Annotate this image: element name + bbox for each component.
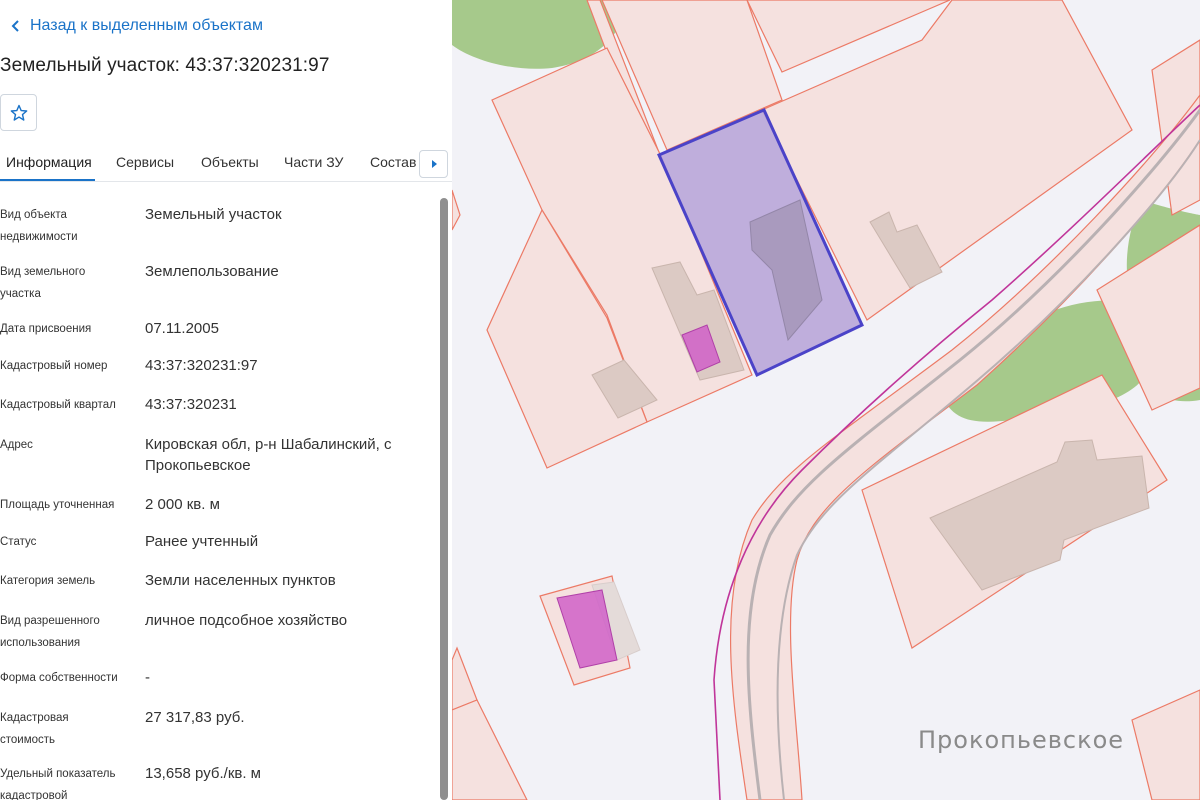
info-value: - xyxy=(145,669,150,686)
info-value: 43:37:320231 xyxy=(145,396,237,413)
panel-scrollbar[interactable] xyxy=(440,198,448,800)
info-value: Ранее учтенный xyxy=(145,533,259,550)
info-key: Дата присвоения xyxy=(0,323,92,335)
star-icon xyxy=(10,104,27,121)
chevron-left-icon xyxy=(11,20,19,32)
info-key: Вид земельного участка xyxy=(0,266,86,300)
tab-composition[interactable]: Состав xyxy=(370,154,416,170)
info-value: Земельный участок xyxy=(145,206,282,223)
info-value: 2 000 кв. м xyxy=(145,496,220,513)
parcel xyxy=(452,646,478,711)
parcel xyxy=(1131,689,1200,800)
info-panel: Назад к выделенным объектам Земельный уч… xyxy=(0,0,452,800)
active-tab-indicator xyxy=(0,179,95,181)
tab-parts[interactable]: Части ЗУ xyxy=(284,154,343,170)
road-line xyxy=(713,679,721,800)
info-key: Кадастровая стоимость xyxy=(0,712,69,746)
info-key: Вид разрешенного использования xyxy=(0,615,100,649)
info-value: Кировская обл, р-н Шабалинский, с Прокоп… xyxy=(145,436,392,474)
info-value: 13,658 руб./кв. м xyxy=(145,765,261,782)
parcel xyxy=(452,699,528,800)
back-link-label: Назад к выделенным объектам xyxy=(30,17,263,34)
parcel xyxy=(452,189,461,231)
caret-right-icon xyxy=(431,160,437,168)
info-key: Кадастровый номер xyxy=(0,360,108,372)
tab-objects[interactable]: Объекты xyxy=(201,154,259,170)
info-key: Кадастровый квартал xyxy=(0,399,116,411)
info-key: Адрес xyxy=(0,439,33,451)
place-label: Прокопьевское xyxy=(918,726,1125,754)
info-key: Категория земель xyxy=(0,575,96,587)
back-to-selected-link[interactable]: Назад к выделенным объектам xyxy=(6,16,263,36)
info-key: Статус xyxy=(0,536,37,548)
info-value: 07.11.2005 xyxy=(145,320,219,337)
info-key: Форма собственности xyxy=(0,672,118,684)
cadastral-map[interactable]: Прокопьевское xyxy=(452,0,1200,800)
tab-info[interactable]: Информация xyxy=(6,154,92,170)
info-key: Удельный показатель кадастровой xyxy=(0,768,116,800)
favorite-button[interactable] xyxy=(0,94,37,131)
info-value: 27 317,83 руб. xyxy=(145,709,245,726)
info-value: личное подсобное хозяйство xyxy=(145,612,348,629)
info-key: Вид объекта недвижимости xyxy=(0,209,78,243)
info-value: 43:37:320231:97 xyxy=(145,357,258,374)
map-canvas[interactable] xyxy=(452,0,1200,800)
page-title: Земельный участок: 43:37:320231:97 xyxy=(0,55,330,76)
tabs-next-button[interactable] xyxy=(419,150,448,178)
info-value: Земли населенных пунктов xyxy=(145,572,336,589)
tab-bar: Информация Сервисы Объекты Части ЗУ Сост… xyxy=(0,146,452,182)
tab-services[interactable]: Сервисы xyxy=(116,154,174,170)
info-value: Землепользование xyxy=(145,263,279,280)
info-key: Площадь уточненная xyxy=(0,499,115,511)
